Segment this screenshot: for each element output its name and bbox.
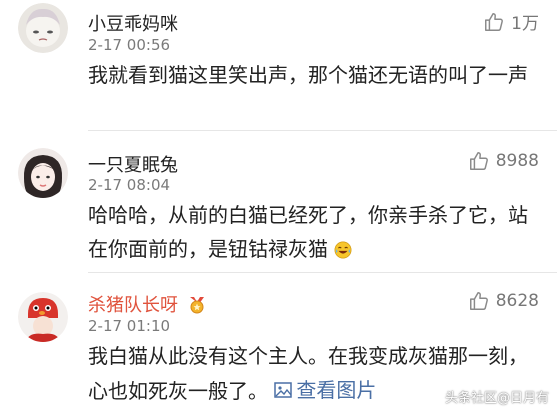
timestamp: 2-17 01:10 (88, 317, 171, 335)
image-icon (274, 382, 293, 398)
thumbs-up-icon (469, 152, 488, 170)
username[interactable]: 杀猪队长呀 (88, 291, 207, 317)
thumbs-up-icon (469, 292, 488, 310)
like-button[interactable]: 8628 (468, 290, 539, 312)
username[interactable]: 一只夏眠兔 (88, 151, 178, 177)
comment-text-content: 哈哈哈，从前的白猫已经死了，你亲手杀了它，站在你面前的，是钮钴禄灰猫 (88, 203, 528, 261)
divider (88, 272, 557, 273)
medal-badge-icon (189, 297, 204, 314)
username-text: 杀猪队长呀 (88, 295, 178, 316)
like-count: 8988 (495, 151, 539, 171)
comment-text: 哈哈哈，从前的白猫已经死了，你亲手杀了它，站在你面前的，是钮钴禄灰猫 (88, 198, 528, 266)
laughing-crying-emoji-icon (334, 241, 352, 259)
avatar[interactable] (18, 148, 68, 198)
view-image-label: 查看图片 (296, 378, 377, 402)
watermark: 头条社区@日月有 (444, 391, 549, 406)
view-image-link[interactable]: 查看图片 (274, 373, 376, 407)
like-button[interactable]: 8988 (468, 150, 539, 172)
timestamp: 2-17 08:04 (88, 176, 171, 194)
like-count: 8628 (495, 291, 539, 311)
comment-item: 杀猪队长呀 2-17 01:10 8628 我白猫从此没有这个主人。在我变成灰猫… (0, 0, 557, 403)
avatar[interactable] (18, 292, 68, 342)
